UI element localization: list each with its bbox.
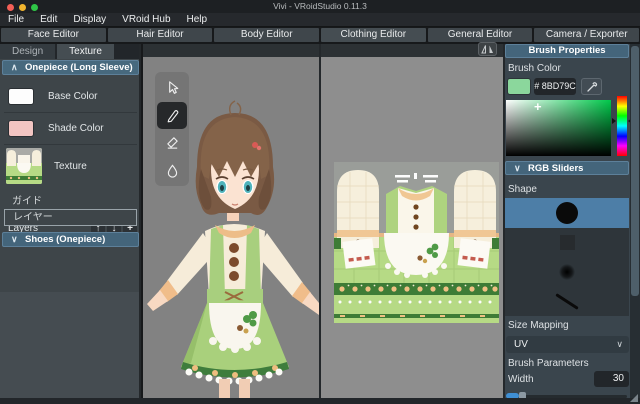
menu-edit[interactable]: Edit — [40, 14, 57, 25]
brush-shape-list — [505, 198, 629, 316]
3d-viewport[interactable] — [143, 57, 319, 398]
chevron-down-icon: ∨ — [514, 163, 521, 173]
editor-tab-bar: Face Editor Hair Editor Body Editor Clot… — [0, 27, 640, 44]
scrollbar-thumb[interactable] — [631, 46, 639, 296]
soft-circle-shape — [559, 263, 575, 280]
shade-color-label: Shade Color — [48, 123, 104, 134]
brush-properties-header[interactable]: Brush Properties — [505, 44, 629, 58]
size-mapping-dropdown[interactable]: UV ∨ — [506, 336, 629, 353]
brush-parameters-label: Brush Parameters — [508, 358, 589, 369]
base-color-label: Base Color — [48, 91, 98, 102]
mirror-toggle-button[interactable] — [478, 42, 497, 56]
vroid-studio-window: Vivi - VRoidStudio 0.11.3 File Edit Disp… — [0, 0, 640, 404]
eyedropper-button[interactable] — [581, 78, 602, 95]
eyedropper-icon — [586, 81, 597, 92]
shape-option-square[interactable] — [505, 228, 629, 258]
size-mapping-label: Size Mapping — [508, 320, 569, 331]
chevron-up-icon: ∧ — [11, 62, 18, 72]
menu-file[interactable]: File — [8, 14, 24, 25]
menu-display[interactable]: Display — [73, 14, 106, 25]
chevron-down-icon: ∨ — [11, 234, 18, 244]
square-shape — [559, 234, 575, 250]
brush-properties-panel: Brush Properties Brush Color # 8BD79C + … — [505, 44, 632, 400]
hue-slider[interactable] — [617, 96, 627, 156]
eraser-tool-button[interactable] — [157, 129, 187, 157]
clothing-item-panel: Design Texture ∧ Onepiece (Long Sleeve) B… — [0, 44, 141, 398]
blur-tool-button[interactable] — [157, 157, 187, 185]
texture-thumbnail[interactable] — [6, 148, 42, 184]
resize-grip[interactable] — [630, 394, 638, 402]
shade-color-swatch[interactable] — [8, 120, 34, 137]
stroke-shape — [555, 292, 579, 310]
tab-hair-editor[interactable]: Hair Editor — [107, 28, 213, 42]
pen-icon — [167, 109, 178, 123]
droplet-icon — [167, 164, 177, 178]
shape-option-stroke[interactable] — [505, 287, 629, 317]
section-onepiece-label: Onepiece (Long Sleeve) — [25, 62, 133, 73]
pen-tool-button[interactable] — [157, 101, 187, 129]
panel-divider — [319, 44, 321, 398]
menu-help[interactable]: Help — [187, 14, 208, 25]
brush-color-label: Brush Color — [508, 63, 561, 74]
shape-option-soft-circle[interactable] — [505, 257, 629, 287]
sidebar-scrollbar[interactable] — [630, 44, 640, 398]
menu-bar: File Edit Display VRoid Hub Help — [0, 13, 640, 27]
paint-tool-palette — [155, 72, 189, 186]
layer-item-layer[interactable]: レイヤー — [4, 209, 137, 226]
tab-design[interactable]: Design — [0, 44, 56, 59]
window-title: Vivi - VRoidStudio 0.11.3 — [273, 1, 367, 11]
width-value-field[interactable]: 30 — [594, 371, 629, 387]
brush-color-hex-field[interactable]: # 8BD79C — [534, 78, 576, 95]
tab-texture[interactable]: Texture — [57, 44, 114, 59]
texture-label: Texture — [54, 160, 87, 172]
tab-camera-exporter[interactable]: Camera / Exporter — [534, 28, 640, 42]
size-mapping-value: UV — [514, 339, 528, 350]
divider — [4, 144, 137, 145]
tab-face-editor[interactable]: Face Editor — [1, 28, 106, 42]
brush-color-swatch[interactable] — [507, 78, 531, 95]
tab-body-editor[interactable]: Body Editor — [214, 28, 320, 42]
mirror-icon — [481, 45, 493, 54]
base-color-row[interactable]: Base Color — [0, 81, 141, 112]
left-panel-empty-area — [0, 292, 139, 398]
section-onepiece-long-sleeve[interactable]: ∧ Onepiece (Long Sleeve) — [2, 60, 139, 75]
section-shoes-label: Shoes (Onepiece) — [25, 234, 106, 245]
section-shoes-onepiece[interactable]: ∨ Shoes (Onepiece) — [2, 232, 139, 247]
uv-texture-image — [334, 162, 499, 323]
title-bar: Vivi - VRoidStudio 0.11.3 — [0, 0, 640, 13]
shape-label: Shape — [508, 184, 537, 195]
hue-marker-left-icon — [612, 118, 616, 124]
texture-edit-canvas[interactable] — [321, 57, 503, 398]
layer-item-guide[interactable]: ガイド — [4, 194, 137, 209]
shade-color-row[interactable]: Shade Color — [0, 113, 141, 144]
left-panel-tabs: Design Texture — [0, 44, 141, 59]
bottom-strip — [0, 398, 640, 404]
solid-circle-shape — [556, 201, 578, 224]
menu-vroid-hub[interactable]: VRoid Hub — [122, 14, 170, 25]
chevron-down-icon: ∨ — [616, 339, 623, 349]
texture-row[interactable]: Texture — [0, 146, 141, 186]
saturation-value-picker[interactable]: + — [506, 99, 611, 156]
select-tool-button[interactable] — [157, 74, 187, 102]
rgb-sliders-header[interactable]: ∨ RGB Sliders — [505, 161, 629, 175]
tab-clothing-editor[interactable]: Clothing Editor — [321, 28, 426, 42]
tab-general-editor[interactable]: General Editor — [427, 28, 533, 42]
eraser-icon — [166, 137, 178, 149]
viewport-header-strip — [143, 44, 503, 57]
cursor-icon — [168, 81, 178, 95]
rgb-sliders-label: RGB Sliders — [528, 163, 584, 174]
width-label: Width — [508, 374, 534, 385]
shape-option-solid-circle[interactable] — [505, 198, 629, 228]
base-color-swatch[interactable] — [8, 88, 34, 105]
sv-cursor-icon: + — [534, 99, 542, 114]
